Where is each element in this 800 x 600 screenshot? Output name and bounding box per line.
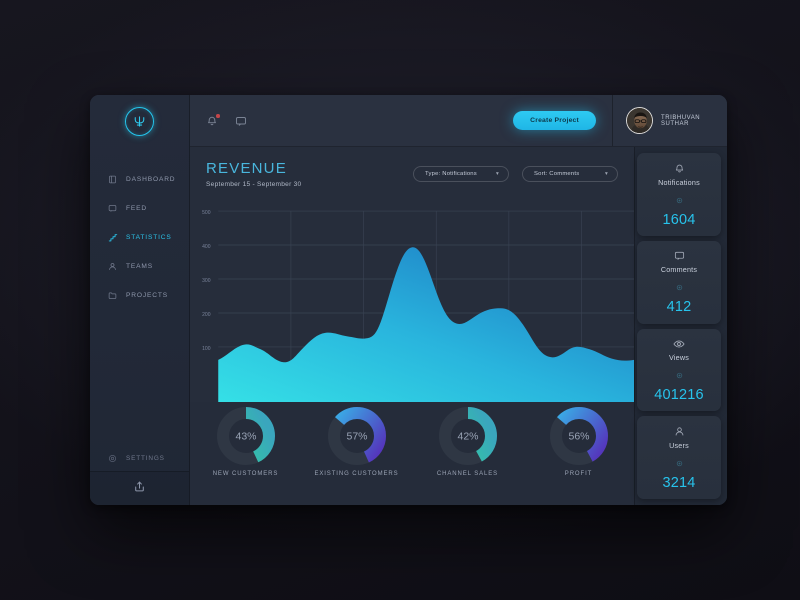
- left-sidebar: DASHBOARD FEED STATISTICS TEAMS PROJECTS…: [90, 95, 190, 505]
- svg-text:400: 400: [202, 244, 210, 250]
- topbar-icons: [206, 114, 248, 127]
- top-bar: Create Project TRIBHUVAN SUTHAR: [190, 95, 727, 147]
- eye-icon: [673, 337, 685, 350]
- dashboard-icon: [107, 174, 118, 185]
- stat-value: 401216: [654, 387, 704, 404]
- stat-value: 1604: [662, 211, 696, 228]
- date-range: September 15 - September 30: [206, 181, 302, 188]
- donut-metrics-row: 43% NEW CUSTOMERS 57% EXISTING CUSTOMERS…: [190, 402, 634, 505]
- stat-card-views[interactable]: Views 401216: [637, 328, 721, 412]
- message-icon[interactable]: [235, 114, 248, 127]
- donut-profit[interactable]: 56% PROFIT: [526, 406, 631, 477]
- main-header: REVENUE September 15 - September 30 Type…: [190, 147, 634, 188]
- statistics-icon: [107, 232, 118, 243]
- center-column: Create Project TRIBHUVAN SUTHAR REVENUE …: [190, 95, 727, 505]
- chart-area-path: [218, 247, 634, 402]
- stat-label: Comments: [660, 265, 698, 275]
- donut-new-customers[interactable]: 43% NEW CUSTOMERS: [193, 406, 298, 477]
- content-area: REVENUE September 15 - September 30 Type…: [190, 147, 727, 505]
- chart-svg: 500 400 300 200 100: [202, 210, 634, 402]
- svg-text:200: 200: [202, 312, 210, 318]
- user-profile[interactable]: TRIBHUVAN SUTHAR: [612, 95, 727, 146]
- donut-chart-svg: 42%: [438, 407, 497, 465]
- donut-label: NEW CUSTOMERS: [212, 471, 279, 477]
- gear-icon: [107, 453, 118, 464]
- revenue-area-chart: 500 400 300 200 100: [190, 197, 634, 402]
- sidebar-item-teams[interactable]: TEAMS: [90, 252, 189, 281]
- sort-filter-dropdown[interactable]: Sort: Comments ▾: [522, 166, 618, 182]
- app-logo[interactable]: [90, 95, 189, 147]
- sidebar-nav: DASHBOARD FEED STATISTICS TEAMS PROJECTS: [90, 165, 189, 445]
- divider-dot-icon: [676, 278, 683, 296]
- donut-chart-svg: 57%: [327, 407, 386, 465]
- dashboard-window: DASHBOARD FEED STATISTICS TEAMS PROJECTS…: [90, 95, 727, 505]
- avatar: [626, 107, 653, 134]
- sort-filter-label: Sort: Comments: [534, 171, 580, 177]
- user-name: TRIBHUVAN SUTHAR: [661, 114, 701, 127]
- sidebar-item-settings[interactable]: SETTINGS: [90, 445, 189, 471]
- divider-dot-icon: [676, 366, 683, 384]
- stat-card-users[interactable]: Users 3214: [637, 416, 721, 499]
- donut-label: PROFIT: [564, 471, 593, 477]
- teams-icon: [107, 261, 118, 272]
- type-filter-label: Type: Notifications: [425, 171, 477, 177]
- sidebar-item-label: PROJECTS: [126, 292, 168, 299]
- donut-value-text: 42%: [457, 431, 478, 443]
- sidebar-item-feed[interactable]: FEED: [90, 194, 189, 223]
- divider-dot-icon: [676, 191, 683, 209]
- stat-label: Views: [668, 353, 690, 363]
- donut-chart-svg: 43%: [216, 407, 275, 465]
- page-title: REVENUE: [206, 160, 287, 177]
- donut-value-text: 43%: [235, 431, 256, 443]
- notification-badge: [216, 114, 220, 118]
- stat-card-notifications[interactable]: Notifications 1604: [637, 153, 721, 236]
- feed-icon: [107, 203, 118, 214]
- sidebar-item-statistics[interactable]: STATISTICS: [90, 223, 189, 252]
- divider-dot-icon: [676, 454, 683, 472]
- sidebar-item-label: SETTINGS: [126, 454, 165, 462]
- stat-label: Notifications: [658, 177, 700, 187]
- main-panel: REVENUE September 15 - September 30 Type…: [190, 147, 634, 505]
- create-project-button[interactable]: Create Project: [513, 111, 596, 130]
- sidebar-item-label: TEAMS: [126, 263, 153, 270]
- donut-chart-svg: 56%: [549, 407, 608, 465]
- message-icon: [674, 249, 685, 262]
- stats-rail: Notifications 1604 Comments 412 Views 40…: [634, 147, 727, 505]
- share-button[interactable]: [90, 471, 189, 505]
- trident-logo-icon: [125, 106, 154, 136]
- bell-icon[interactable]: [206, 114, 220, 127]
- type-filter-dropdown[interactable]: Type: Notifications ▾: [413, 166, 509, 182]
- svg-text:100: 100: [202, 346, 210, 352]
- stat-label: Users: [669, 440, 689, 450]
- title-group: REVENUE September 15 - September 30: [206, 161, 301, 188]
- chevron-down-icon: ▾: [605, 171, 608, 177]
- sidebar-item-label: FEED: [126, 205, 147, 212]
- share-upload-icon: [133, 480, 146, 498]
- svg-text:500: 500: [202, 210, 210, 216]
- user-icon: [674, 425, 685, 438]
- sidebar-item-projects[interactable]: PROJECTS: [90, 281, 189, 310]
- stat-card-comments[interactable]: Comments 412: [637, 240, 721, 324]
- donut-label: CHANNEL SALES: [436, 471, 499, 477]
- donut-value-text: 57%: [346, 431, 367, 443]
- chevron-down-icon: ▾: [496, 171, 499, 177]
- stat-value: 412: [666, 299, 692, 316]
- projects-icon: [107, 290, 118, 301]
- stat-value: 3214: [662, 474, 696, 491]
- donut-channel-sales[interactable]: 42% CHANNEL SALES: [415, 406, 520, 477]
- sidebar-item-dashboard[interactable]: DASHBOARD: [90, 165, 189, 194]
- donut-value-text: 56%: [568, 431, 589, 443]
- sidebar-item-label: DASHBOARD: [126, 176, 176, 183]
- filters: Type: Notifications ▾ Sort: Comments ▾: [413, 166, 618, 182]
- bell-icon: [674, 162, 685, 175]
- chart-y-axis-labels: 500 400 300 200 100: [202, 210, 210, 352]
- donut-label: EXISTING CUSTOMERS: [314, 471, 399, 477]
- donut-existing-customers[interactable]: 57% EXISTING CUSTOMERS: [304, 406, 409, 477]
- sidebar-item-label: STATISTICS: [126, 234, 172, 241]
- svg-text:300: 300: [202, 278, 210, 284]
